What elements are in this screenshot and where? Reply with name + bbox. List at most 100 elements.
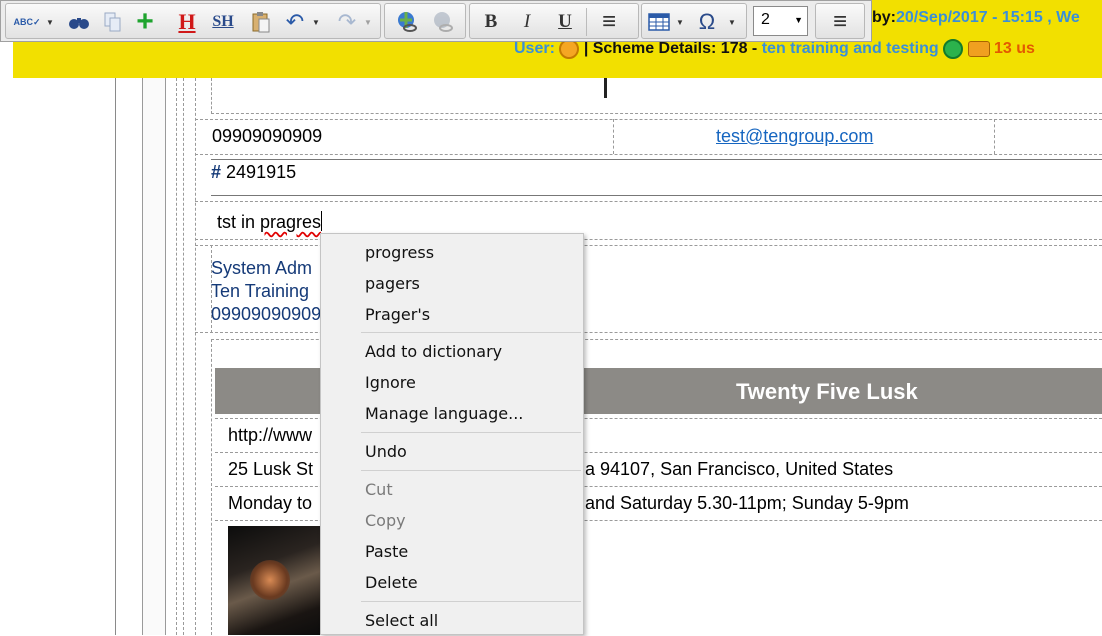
- menu-separator: [361, 470, 581, 471]
- chevron-down-icon: ▼: [794, 15, 803, 25]
- header-datetime: 20/Sep/2017 - 15:15 , We: [896, 9, 1080, 26]
- user-label: User:: [514, 40, 555, 58]
- cell-border: [613, 119, 614, 154]
- header-scheme-line: User: | Scheme Details: 178 - ten traini…: [514, 39, 1035, 59]
- row-border: [195, 154, 1102, 155]
- special-character-dropdown-icon[interactable]: ▼: [728, 10, 736, 34]
- italic-icon[interactable]: I: [514, 8, 540, 36]
- table-icon[interactable]: [646, 8, 672, 36]
- subheading-label: SH: [212, 13, 234, 30]
- reference-number: 2491915: [226, 162, 297, 182]
- menu-separator: [361, 332, 581, 333]
- add-icon[interactable]: +: [132, 5, 158, 38]
- menu-separator: [361, 601, 581, 602]
- cell-border: [211, 78, 212, 114]
- undo-dropdown-icon[interactable]: ▼: [312, 10, 320, 34]
- spellcheck-context-menu: progress pagers Prager's Add to dictiona…: [320, 233, 584, 635]
- frame-border-left: [115, 78, 116, 635]
- note-text[interactable]: tst in pragres: [217, 211, 323, 233]
- phone-number[interactable]: 09909090909: [212, 126, 322, 147]
- row-border: [195, 201, 1102, 202]
- message-icon[interactable]: [967, 41, 990, 57]
- subheading-icon[interactable]: SH: [210, 8, 236, 36]
- venue-border: [211, 339, 212, 635]
- paste-icon[interactable]: [248, 8, 274, 36]
- user-avatar-icon[interactable]: [559, 39, 580, 59]
- cut-item[interactable]: Cut: [365, 474, 393, 505]
- hash-label: #: [211, 162, 222, 182]
- align-icon[interactable]: ≡: [827, 8, 853, 36]
- bold-icon[interactable]: B: [478, 8, 504, 36]
- venue-address-start[interactable]: 25 Lusk St: [228, 459, 313, 480]
- add-to-dictionary-item[interactable]: Add to dictionary: [365, 336, 502, 367]
- menu-separator: [361, 432, 581, 433]
- undo-icon[interactable]: ↶: [282, 8, 308, 36]
- users-online-count[interactable]: 13 us: [994, 40, 1035, 57]
- copy-icon[interactable]: [100, 8, 126, 36]
- spellcheck-icon[interactable]: ABC✓: [13, 8, 40, 36]
- heading-label: H: [178, 9, 196, 34]
- editor-gutter: [142, 78, 166, 635]
- toolbar-group-format: B I U ≡: [469, 3, 639, 39]
- text-caret: [321, 211, 323, 231]
- suggestion-item[interactable]: pagers: [365, 268, 420, 299]
- editor-toolbar: ABC✓ ▼ + H SH ↶ ▼ ↷ ▼ B I U ≡ ▼ Ω ▼ 2 ▼ …: [0, 0, 872, 42]
- venue-title[interactable]: Twenty Five Lusk: [736, 379, 918, 405]
- font-size-value: 2: [761, 11, 770, 28]
- toolbar-group-insert: ▼ Ω ▼: [641, 3, 747, 39]
- header-datetime-line: by:20/Sep/2017 - 15:15 , We: [872, 9, 1080, 27]
- toolbar-group-align: ≡: [815, 3, 865, 39]
- special-char-label: Ω: [698, 9, 716, 34]
- venue-hours-end[interactable]: and Saturday 5.30-11pm; Sunday 5-9pm: [585, 493, 909, 514]
- editor-margin-line: [183, 78, 184, 635]
- bullet-list-icon[interactable]: ≡: [596, 8, 622, 36]
- misspelled-word[interactable]: pragres: [260, 212, 321, 232]
- italic-label: I: [523, 11, 531, 32]
- manage-language-item[interactable]: Manage language...: [365, 398, 523, 429]
- toolbar-group-edit: ABC✓ ▼ + H SH ↶ ▼ ↷ ▼: [5, 3, 381, 39]
- venue-address-end[interactable]: a 94107, San Francisco, United States: [585, 459, 893, 480]
- remove-link-icon[interactable]: [431, 8, 457, 36]
- undo-item[interactable]: Undo: [365, 436, 407, 467]
- signature-phone[interactable]: 09909090909: [211, 304, 321, 325]
- suggestion-item[interactable]: Prager's: [365, 299, 430, 330]
- row-border: [195, 119, 1102, 120]
- heading-icon[interactable]: H: [174, 8, 200, 36]
- ignore-item[interactable]: Ignore: [365, 367, 416, 398]
- venue-hours-start[interactable]: Monday to: [228, 493, 312, 514]
- by-label: by:: [872, 9, 896, 26]
- suggestion-item[interactable]: progress: [365, 237, 434, 268]
- spellcheck-dropdown-icon[interactable]: ▼: [46, 10, 54, 34]
- row-border: [211, 195, 1102, 196]
- find-icon[interactable]: [66, 8, 92, 36]
- select-all-item[interactable]: Select all: [365, 605, 438, 636]
- redo-icon[interactable]: ↷: [334, 8, 360, 36]
- notification-bell-icon[interactable]: [943, 39, 964, 59]
- underline-label: U: [558, 11, 572, 32]
- scheme-name[interactable]: ten training and testing: [762, 40, 939, 57]
- underline-icon[interactable]: U: [552, 8, 578, 36]
- insert-link-icon[interactable]: [395, 8, 421, 36]
- cell-border: [211, 113, 1102, 114]
- bold-label: B: [484, 11, 498, 32]
- special-character-icon[interactable]: Ω: [694, 8, 720, 36]
- scheme-label: | Scheme Details: 178 -: [583, 40, 758, 58]
- redo-label: ↷: [337, 9, 357, 34]
- copy-item[interactable]: Copy: [365, 505, 406, 536]
- venue-url[interactable]: http://www: [228, 425, 312, 446]
- toolbar-group-links: [384, 3, 466, 39]
- redo-dropdown-icon[interactable]: ▼: [364, 10, 372, 34]
- signature-company[interactable]: Ten Training: [211, 281, 309, 302]
- paste-item[interactable]: Paste: [365, 536, 408, 567]
- font-size-select[interactable]: 2 ▼: [753, 6, 808, 36]
- table-dropdown-icon[interactable]: ▼: [676, 10, 684, 34]
- reference-line[interactable]: # 2491915: [211, 162, 296, 183]
- undo-label: ↶: [285, 9, 305, 34]
- add-label: +: [136, 5, 154, 38]
- row-border: [211, 159, 1102, 160]
- email-link[interactable]: test@tengroup.com: [716, 126, 873, 147]
- signature-name[interactable]: System Adm: [211, 258, 312, 279]
- list-label: ≡: [601, 8, 616, 35]
- venue-photo-highlight: [250, 560, 290, 600]
- delete-item[interactable]: Delete: [365, 567, 418, 598]
